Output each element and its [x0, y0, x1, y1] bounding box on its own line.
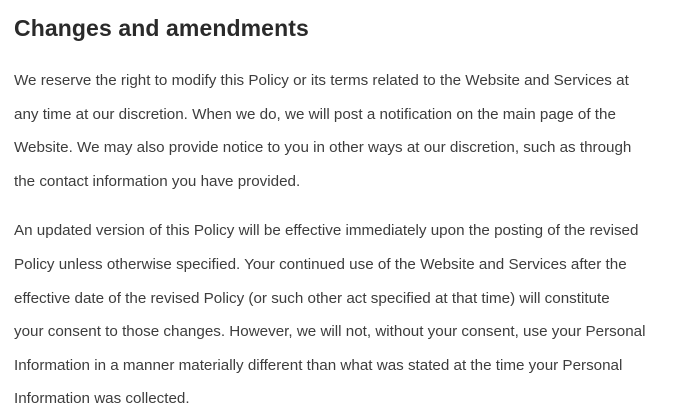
paragraph-line: Website. We may also provide notice to y…	[14, 139, 632, 157]
section-heading: Changes and amendments	[14, 15, 309, 41]
paragraph-line: any time at our discretion. When we do, …	[14, 105, 616, 123]
paragraph-line: We reserve the right to modify this Poli…	[14, 72, 629, 89]
changes-and-amendments-section: Changes and amendments We reserve the ri…	[14, 0, 686, 416]
paragraph-line: An updated version of this Policy will b…	[14, 222, 639, 240]
paragraph-line: Information was collected.	[14, 390, 190, 408]
paragraph-line: effective date of the revised Policy (or…	[14, 289, 610, 307]
paragraph-line: your consent to those changes. However, …	[14, 323, 646, 341]
paragraph-line: the contact information you have provide…	[14, 172, 301, 190]
paragraph-policy-modification: We reserve the right to modify this Poli…	[14, 64, 686, 198]
paragraph-line: Information in a manner materially diffe…	[14, 356, 623, 374]
paragraph-line: Policy unless otherwise specified. Your …	[14, 255, 627, 273]
paragraph-updated-version: An updated version of this Policy will b…	[14, 214, 686, 416]
